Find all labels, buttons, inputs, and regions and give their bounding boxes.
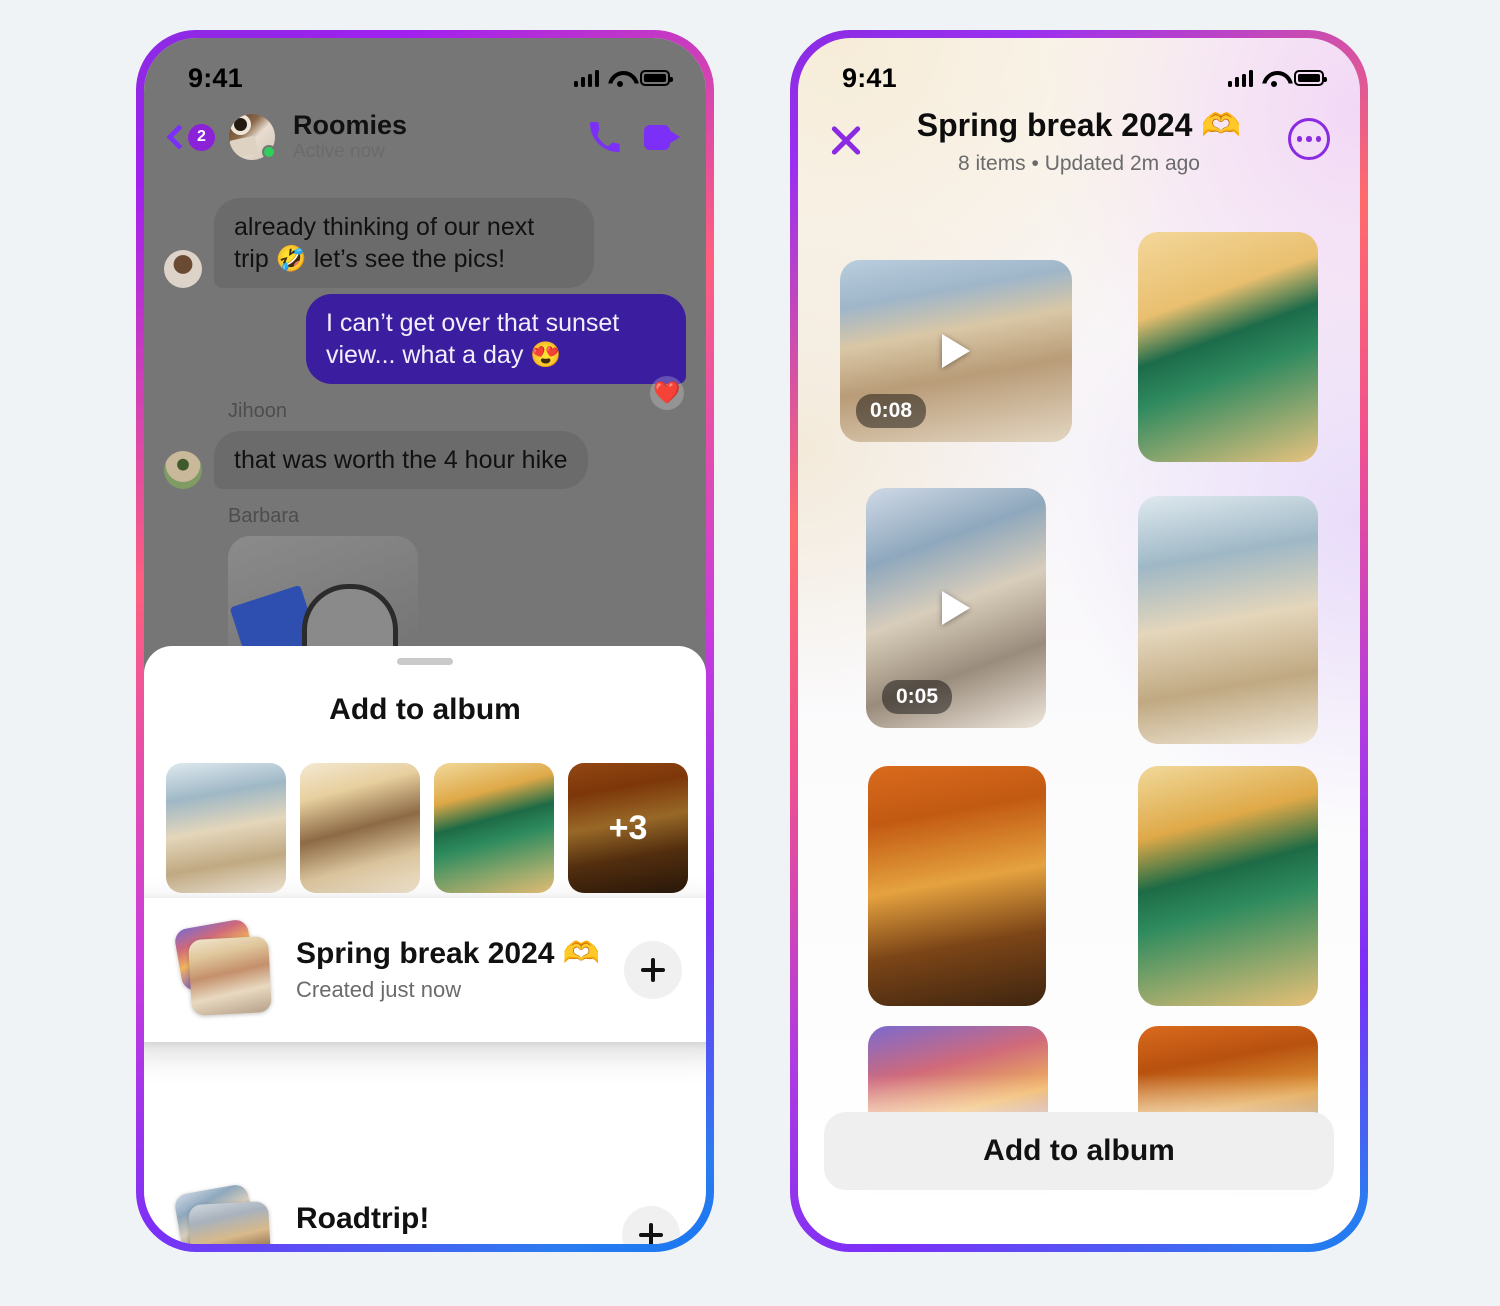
screenshot-stage: 9:41 2 Roomies Active now already thinki…	[0, 0, 1500, 1306]
avatar	[164, 451, 202, 489]
chat-title: Roomies	[293, 109, 408, 140]
message-bubble[interactable]: that was worth the 4 hour hike	[214, 431, 588, 489]
album-row-spring-break[interactable]: Spring break 2024 🫶 Created just now	[144, 898, 706, 1042]
message-row: I can’t get over that sunset view... wha…	[164, 294, 686, 384]
grid-cell: 0:08	[832, 232, 1079, 462]
status-icons	[573, 69, 673, 87]
selected-media-thumb[interactable]	[300, 763, 420, 893]
message-sender-name: Barbara	[228, 505, 300, 527]
album-text: Roadtrip! Updated 2 weeks ago	[296, 1202, 600, 1244]
avatar[interactable]	[229, 114, 276, 160]
status-icons	[1227, 69, 1327, 87]
more-options-icon[interactable]	[1288, 118, 1330, 160]
phone-right-frame: 9:41 Spring break 2024 🫶 8 items • Updat…	[790, 30, 1368, 1252]
media-photo[interactable]	[1138, 766, 1318, 1006]
chat-header-actions	[589, 121, 680, 153]
message-list: already thinking of our next trip 🤣 let’…	[144, 198, 706, 696]
grid-cell	[1079, 744, 1326, 1006]
wifi-icon	[608, 70, 631, 87]
message-bubble[interactable]: already thinking of our next trip 🤣 let’…	[214, 198, 594, 288]
media-video[interactable]: 0:08	[840, 260, 1072, 442]
close-icon[interactable]	[828, 122, 864, 158]
album-meta: Updated 2 weeks ago	[296, 1242, 600, 1244]
album-header: Spring break 2024 🫶 8 items • Updated 2m…	[798, 100, 1360, 196]
chat-subtitle: Active now	[293, 141, 385, 163]
status-time: 9:41	[188, 62, 243, 93]
add-to-album-button[interactable]	[622, 1206, 680, 1244]
media-photo[interactable]	[868, 766, 1046, 1006]
battery-icon	[1294, 70, 1327, 86]
add-to-album-sheet: Add to album +3 Spring break 2024 🫶 Crea…	[144, 646, 706, 1244]
message-row: that was worth the 4 hour hike	[164, 431, 686, 489]
chat-header-text[interactable]: Roomies Active now	[293, 109, 579, 163]
album-name: Spring break 2024 🫶	[296, 936, 601, 970]
album-media-grid: 0:08 0:05	[798, 232, 1360, 1244]
play-icon	[942, 334, 970, 368]
media-video[interactable]: 0:05	[866, 488, 1046, 728]
add-to-album-button[interactable]	[624, 941, 682, 999]
play-icon	[942, 591, 970, 625]
album-detail-screen: 9:41 Spring break 2024 🫶 8 items • Updat…	[798, 38, 1360, 1244]
selected-media-thumb[interactable]	[434, 763, 554, 893]
cellular-signal-icon	[1227, 69, 1253, 87]
unread-badge: 2	[188, 123, 215, 151]
album-row-roadtrip[interactable]: Roadtrip! Updated 2 weeks ago	[144, 1173, 706, 1244]
more-count-label: +3	[568, 763, 688, 893]
cellular-signal-icon	[573, 69, 599, 87]
chat-screen: 9:41 2 Roomies Active now already thinki…	[144, 38, 706, 1244]
album-text: Spring break 2024 🫶 Created just now	[296, 937, 602, 1004]
page-title: Spring break 2024 🫶	[916, 107, 1242, 143]
grid-cell	[832, 744, 1079, 1006]
message-bubble[interactable]: I can’t get over that sunset view... wha…	[306, 294, 686, 384]
sheet-drag-handle[interactable]	[397, 658, 453, 665]
back-button[interactable]: 2	[164, 123, 215, 151]
selected-media-thumb-more[interactable]: +3	[568, 763, 688, 893]
sheet-title: Add to album	[329, 693, 521, 726]
status-bar-left: 9:41	[144, 38, 706, 96]
video-duration: 0:08	[856, 394, 927, 428]
online-status-dot	[262, 145, 276, 159]
album-name: Roadtrip!	[296, 1201, 430, 1235]
grid-cell	[1079, 462, 1326, 744]
album-header-text: Spring break 2024 🫶 8 items • Updated 2m…	[798, 100, 1360, 176]
avatar	[164, 250, 202, 288]
message-row: already thinking of our next trip 🤣 let’…	[164, 198, 686, 288]
message-sender-name: Jihoon	[228, 400, 287, 422]
media-photo[interactable]	[1138, 232, 1318, 462]
album-subtitle: 8 items • Updated 2m ago	[958, 152, 1200, 175]
video-call-icon[interactable]	[644, 124, 680, 150]
status-bar-right: 9:41	[798, 38, 1360, 96]
battery-icon	[640, 70, 673, 86]
grid-cell: 0:05	[832, 462, 1079, 744]
album-cover-stack	[173, 918, 274, 1018]
reaction-badge[interactable]: ❤️	[650, 376, 684, 410]
phone-left-frame: 9:41 2 Roomies Active now already thinki…	[136, 30, 714, 1252]
media-photo[interactable]	[1138, 496, 1318, 744]
album-list: Spring break 2024 🫶 Created just now Roa…	[144, 898, 706, 1244]
phone-call-icon[interactable]	[589, 121, 620, 153]
status-time: 9:41	[842, 62, 897, 93]
album-cover-stack	[173, 1183, 274, 1244]
album-meta: Created just now	[296, 977, 462, 1003]
selected-media-strip: +3	[144, 727, 706, 893]
wifi-icon	[1262, 70, 1285, 87]
album-cover-front	[188, 935, 272, 1017]
add-to-album-button[interactable]: Add to album	[824, 1112, 1334, 1190]
video-duration: 0:05	[882, 680, 953, 714]
selected-media-thumb[interactable]	[166, 763, 286, 893]
grid-cell	[1079, 232, 1326, 462]
album-cover-front	[188, 1200, 272, 1244]
chevron-left-icon	[164, 126, 186, 148]
chat-header: 2 Roomies Active now	[144, 100, 706, 174]
